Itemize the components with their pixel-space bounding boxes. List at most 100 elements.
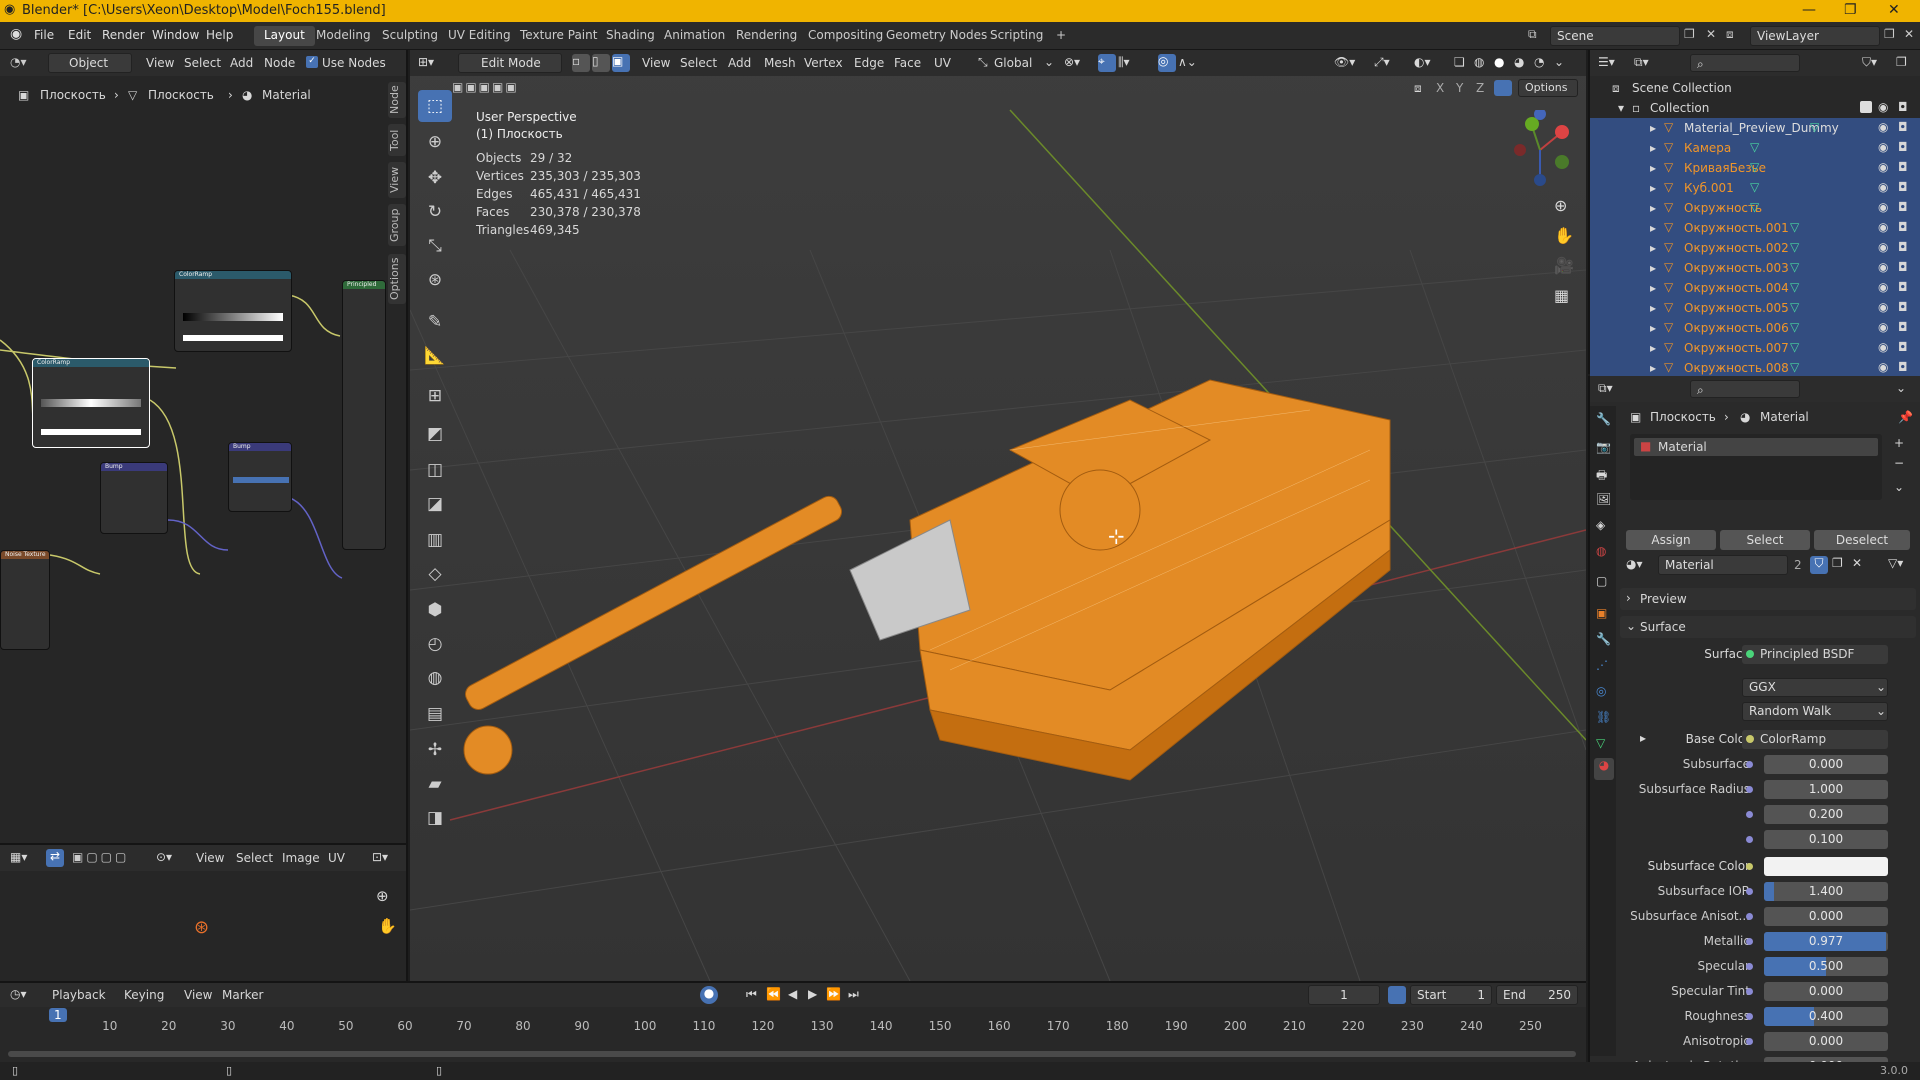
eye-icon[interactable]: ◉ — [1878, 320, 1888, 334]
auto-merge-icon[interactable] — [1494, 80, 1512, 96]
preview-range-icon[interactable] — [1388, 986, 1406, 1004]
minimize-icon[interactable]: — — [1802, 2, 1816, 18]
scene-selector[interactable]: Scene — [1550, 26, 1680, 46]
expand-arrow-icon[interactable]: ▸ — [1650, 301, 1656, 315]
proportional-edit-icon[interactable]: ◎ — [1158, 54, 1176, 72]
timeline[interactable]: ◷▾ Playback Keying View Marker ● ⏮ ⏪ ◀ ▶… — [0, 981, 1586, 1064]
camera-render-icon[interactable]: ◘ — [1898, 200, 1908, 214]
timeline-scrollbar[interactable] — [8, 1051, 1576, 1057]
menu-vertex[interactable]: Vertex — [804, 56, 843, 70]
prev-key-icon[interactable]: ⏪ — [766, 987, 781, 1001]
menu-edge[interactable]: Edge — [854, 56, 884, 70]
eye-icon[interactable]: ◉ — [1878, 340, 1888, 354]
property-value-field[interactable]: 0.500 — [1764, 957, 1888, 976]
menu-keying[interactable]: Keying — [124, 988, 164, 1002]
surface-panel-header[interactable]: ⌄ Surface — [1620, 616, 1916, 638]
uv-select-mode-icons[interactable]: ▣▢▢▢ — [72, 850, 129, 864]
expand-arrow-icon[interactable]: ▸ — [1650, 361, 1656, 375]
new-scene-icon[interactable]: ❐ — [1684, 27, 1695, 41]
delete-view-layer-icon[interactable]: ✕ — [1904, 27, 1914, 41]
knife-tool-icon[interactable]: ◇ — [418, 558, 452, 590]
fake-user-icon[interactable]: ⛉ — [1810, 556, 1828, 574]
uv-editor[interactable]: ▦▾ ⇄ ▣▢▢▢ ⊙▾ View Select Image UV ⊡▾ ⊕ ✋… — [0, 843, 408, 981]
loop-cut-tool-icon[interactable]: ▥ — [418, 524, 452, 556]
outliner-item[interactable]: ▸ ▽ Окружность.001 ▽ ◉ ◘ — [1590, 218, 1920, 238]
move-tool-icon[interactable]: ✥ — [418, 162, 452, 194]
collection-tab-icon[interactable]: ▢ — [1596, 574, 1607, 588]
pin-icon[interactable]: 📌 — [1898, 410, 1913, 424]
physics-tab-icon[interactable]: ◎ — [1596, 684, 1606, 698]
shading-dropdown-icon[interactable]: ⌄ — [1554, 55, 1564, 69]
outliner-item[interactable]: ▸ ▽ Окружность.008 ▽ ◉ ◘ — [1590, 358, 1920, 378]
eye-icon[interactable]: ◉ — [1878, 240, 1888, 254]
property-value-field[interactable]: 0.000 — [1764, 907, 1888, 926]
menu-select[interactable]: Select — [680, 56, 717, 70]
menu-mesh[interactable]: Mesh — [764, 56, 796, 70]
eye-icon[interactable]: ◉ — [1878, 100, 1888, 114]
editor-type-icon[interactable]: ▦▾ — [10, 850, 27, 864]
strength-field[interactable] — [233, 477, 289, 483]
camera-view-icon[interactable]: 🎥 — [1554, 256, 1574, 275]
subsurface-color-swatch[interactable] — [1764, 857, 1888, 876]
delete-scene-icon[interactable]: ✕ — [1706, 27, 1716, 41]
close-icon[interactable]: ✕ — [1888, 2, 1900, 18]
menu-view[interactable]: View — [184, 988, 212, 1002]
pan-hand-icon[interactable]: ✋ — [378, 917, 397, 935]
material-users-count[interactable]: 2 — [1794, 558, 1802, 572]
current-frame-field[interactable]: 1 — [1308, 985, 1380, 1005]
assign-button[interactable]: Assign — [1626, 530, 1716, 550]
menu-playback[interactable]: Playback — [52, 988, 106, 1002]
transform-tool-icon[interactable]: ⊛ — [418, 264, 452, 296]
eye-icon[interactable]: ◉ — [1878, 140, 1888, 154]
camera-render-icon[interactable]: ◘ — [1898, 220, 1908, 234]
options-dropdown-icon[interactable]: ⌄ — [1896, 381, 1906, 395]
wireframe-shading-icon[interactable]: ◍ — [1474, 55, 1484, 69]
expand-arrow-icon[interactable]: ▸ — [1650, 221, 1656, 235]
menu-help[interactable]: Help — [206, 28, 233, 42]
select-button[interactable]: Select — [1720, 530, 1810, 550]
eye-icon[interactable]: ◉ — [1878, 220, 1888, 234]
snap-target-icon[interactable]: ⫼▾ — [1118, 55, 1130, 70]
slot-menu-icon[interactable]: ⌄ — [1894, 480, 1904, 494]
add-cube-tool-icon[interactable]: ⊞ — [418, 380, 452, 412]
eye-icon[interactable]: ◉ — [1878, 160, 1888, 174]
solid-shading-icon[interactable]: ● — [1494, 55, 1504, 69]
exclude-checkbox[interactable] — [1860, 101, 1872, 113]
properties-search-input[interactable]: ⌕ — [1690, 380, 1800, 398]
menu-render[interactable]: Render — [102, 28, 145, 42]
shader-node-editor[interactable]: ◔▾ Object View Select Add Node ✓ Use Nod… — [0, 50, 408, 845]
add-slot-icon[interactable]: + — [1894, 436, 1904, 450]
play-reverse-icon[interactable]: ◀ — [788, 987, 797, 1001]
outliner-search-input[interactable]: ⌕ — [1690, 54, 1800, 72]
navigation-gizmo[interactable] — [1500, 110, 1580, 190]
tab-rendering[interactable]: Rendering — [726, 26, 807, 46]
object-tab-icon[interactable]: ▣ — [1596, 606, 1607, 620]
material-link-icon[interactable]: ▽▾ — [1888, 556, 1903, 570]
snap-icon[interactable]: ⌖ — [1098, 54, 1116, 72]
side-tab-group[interactable]: Group — [388, 204, 406, 246]
play-icon[interactable]: ▶ — [808, 987, 817, 1001]
expand-arrow-icon[interactable]: ▸ — [1650, 141, 1656, 155]
pivot-icon[interactable]: ⊙▾ — [156, 850, 172, 864]
face-select-icon[interactable]: ▣ — [612, 54, 630, 72]
bump-node[interactable]: Bump — [100, 462, 168, 534]
material-shading-icon[interactable]: ◕ — [1514, 55, 1524, 69]
properties-editor[interactable]: ⧉▾ ⌕ ⌄ 🔧 📷 🖶 🖼 ◈ ◍ ▢ ▣ 🔧 ⋰ ◎ ⛓ ▽ ◕ ▣ Пло… — [1588, 376, 1920, 1062]
zoom-icon[interactable]: ⊕ — [1554, 196, 1567, 215]
distribution-dropdown[interactable]: GGX — [1742, 678, 1888, 697]
mirror-axis-z[interactable]: Z — [1476, 81, 1484, 95]
camera-render-icon[interactable]: ◘ — [1898, 340, 1908, 354]
pan-hand-icon[interactable]: ✋ — [1554, 226, 1574, 245]
editor-type-icon[interactable]: ☰▾ — [1598, 55, 1615, 69]
scene-tab-icon[interactable]: ◈ — [1596, 518, 1605, 532]
menu-view[interactable]: View — [196, 851, 224, 865]
property-value-field[interactable]: 0.977 — [1764, 932, 1888, 951]
xray-icon[interactable]: ❏ — [1454, 55, 1465, 69]
menu-select[interactable]: Select — [236, 851, 273, 865]
orientation-dropdown-icon[interactable]: ⌄ — [1044, 55, 1054, 69]
camera-render-icon[interactable]: ◘ — [1898, 140, 1908, 154]
outliner-item[interactable]: ▸ ▽ Окружность.003 ▽ ◉ ◘ — [1590, 258, 1920, 278]
outliner-item[interactable]: ▸ ▽ Окружность.007 ▽ ◉ ◘ — [1590, 338, 1920, 358]
menu-file[interactable]: File — [34, 28, 54, 42]
bevel-tool-icon[interactable]: ◪ — [418, 488, 452, 520]
